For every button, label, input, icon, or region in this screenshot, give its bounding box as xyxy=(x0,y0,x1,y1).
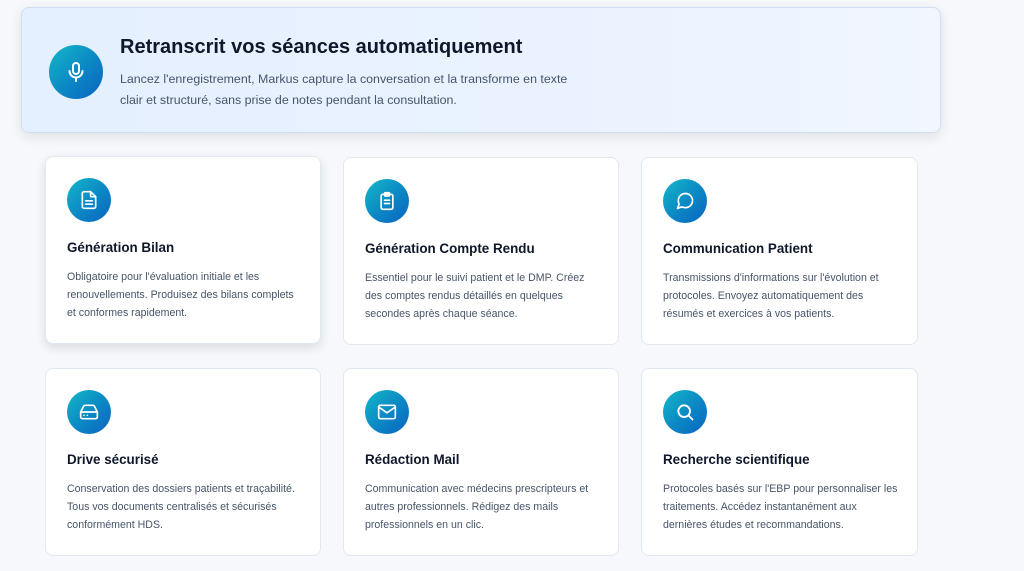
page: Retranscrit vos séances automatiquement … xyxy=(0,0,1024,571)
hero-banner: Retranscrit vos séances automatiquement … xyxy=(21,7,941,133)
feature-card-redaction-mail[interactable]: Rédaction Mail Communication avec médeci… xyxy=(343,368,619,556)
feature-card-communication-patient[interactable]: Communication Patient Transmissions d'in… xyxy=(641,157,918,345)
feature-card-generation-compte-rendu[interactable]: Génération Compte Rendu Essentiel pour l… xyxy=(343,157,619,345)
feature-title: Génération Compte Rendu xyxy=(365,241,535,256)
feature-title: Rédaction Mail xyxy=(365,452,460,467)
feature-description: Essentiel pour le suivi patient et le DM… xyxy=(365,272,585,320)
feature-title: Recherche scientifique xyxy=(663,452,810,467)
feature-title: Communication Patient xyxy=(663,241,813,256)
microphone-icon xyxy=(49,45,103,99)
feature-title: Drive sécurisé xyxy=(67,452,159,467)
feature-description: Communication avec médecins prescripteur… xyxy=(365,483,589,531)
feature-title: Génération Bilan xyxy=(67,240,175,255)
feature-card-generation-bilan[interactable]: Génération Bilan Obligatoire pour l'éval… xyxy=(45,156,321,344)
hard-drive-icon xyxy=(67,390,111,434)
search-icon xyxy=(663,390,707,434)
feature-description: Protocoles basés sur l'EBP pour personna… xyxy=(663,483,898,531)
feature-card-drive-securise[interactable]: Drive sécurisé Conservation des dossiers… xyxy=(45,368,321,556)
mail-icon xyxy=(365,390,409,434)
feature-description: Transmissions d'informations sur l'évolu… xyxy=(663,272,879,320)
document-icon xyxy=(67,178,111,222)
feature-description: Obligatoire pour l'évaluation initiale e… xyxy=(67,271,294,319)
feature-card-recherche-scientifique[interactable]: Recherche scientifique Protocoles basés … xyxy=(641,368,918,556)
hero-title: Retranscrit vos séances automatiquement xyxy=(120,36,523,58)
chat-bubble-icon xyxy=(663,179,707,223)
hero-description: Lancez l'enregistrement, Markus capture … xyxy=(120,72,568,107)
clipboard-icon xyxy=(365,179,409,223)
feature-description: Conservation des dossiers patients et tr… xyxy=(67,483,295,531)
